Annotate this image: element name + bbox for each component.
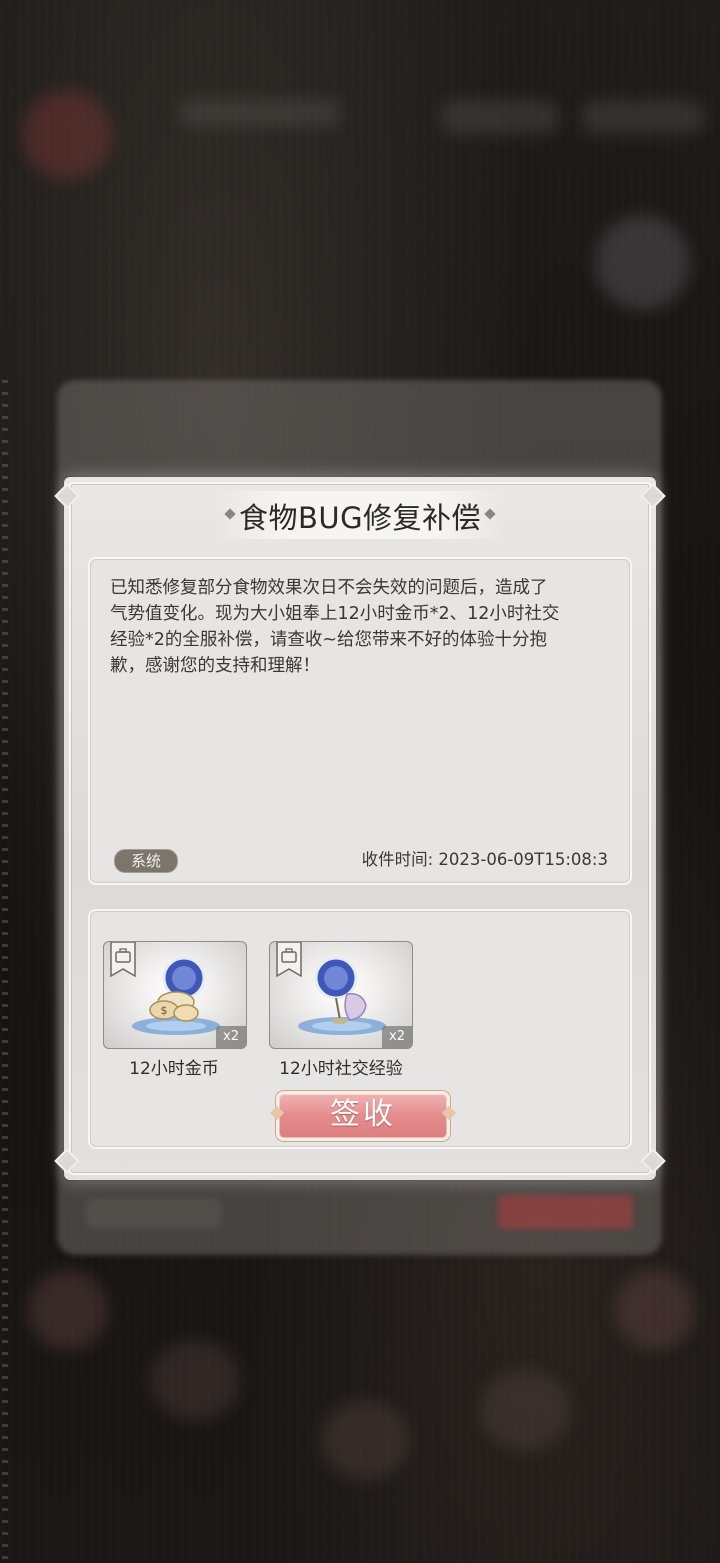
- gold-coin-boost-icon: $: [132, 956, 220, 1035]
- background-nav-item: [615, 1270, 695, 1350]
- claim-button[interactable]: 签收: [269, 1091, 457, 1141]
- attachment-label: 12小时金币: [129, 1059, 219, 1079]
- background-currency-pill: [580, 100, 705, 134]
- mail-title: 食物BUG修复补偿: [238, 501, 482, 535]
- background-panel-button: [498, 1195, 633, 1229]
- claim-button-label: 签收: [330, 1097, 396, 1132]
- background-nav-item: [150, 1340, 240, 1420]
- background-nav-item: [28, 1270, 108, 1350]
- button-ornament: [269, 1105, 285, 1121]
- background-edge-decoration: [2, 380, 8, 1560]
- mail-body-text: 已知悉修复部分食物效果次日不会失效的问题后，造成了 气势值变化。现为大小姐奉上1…: [110, 578, 560, 676]
- received-time: 收件时间: 2023-06-09T15:08:3: [361, 850, 608, 869]
- background-round-button: [595, 215, 690, 310]
- social-exp-boost-icon: [298, 956, 386, 1035]
- attachment-quantity: x2: [382, 1026, 412, 1048]
- attachment-quantity: x2: [216, 1026, 246, 1048]
- background-header-text: [180, 100, 340, 126]
- attachment-item-social-exp[interactable]: x2: [269, 941, 413, 1049]
- background-mail-panel-title: [300, 390, 420, 424]
- attachments-card: $ x2 12小时金币 x2 12小时社交经验 签收: [88, 909, 632, 1149]
- button-ornament: [441, 1105, 457, 1121]
- background-nav-item: [480, 1370, 570, 1450]
- attachment-label: 12小时社交经验: [279, 1059, 403, 1079]
- background-panel-button: [86, 1198, 221, 1228]
- mail-content-card: 已知悉修复部分食物效果次日不会失效的问题后，造成了 气势值变化。现为大小姐奉上1…: [88, 557, 632, 885]
- background-currency-pill: [440, 100, 560, 134]
- svg-text:$: $: [161, 1004, 168, 1017]
- sender-tag: 系统: [114, 849, 178, 873]
- background-avatar: [22, 90, 112, 180]
- mail-detail-dialog: 食物BUG修复补偿 已知悉修复部分食物效果次日不会失效的问题后，造成了 气势值变…: [54, 477, 666, 1180]
- background-nav-item: [320, 1400, 410, 1480]
- attachment-item-gold-coin[interactable]: $ x2: [103, 941, 247, 1049]
